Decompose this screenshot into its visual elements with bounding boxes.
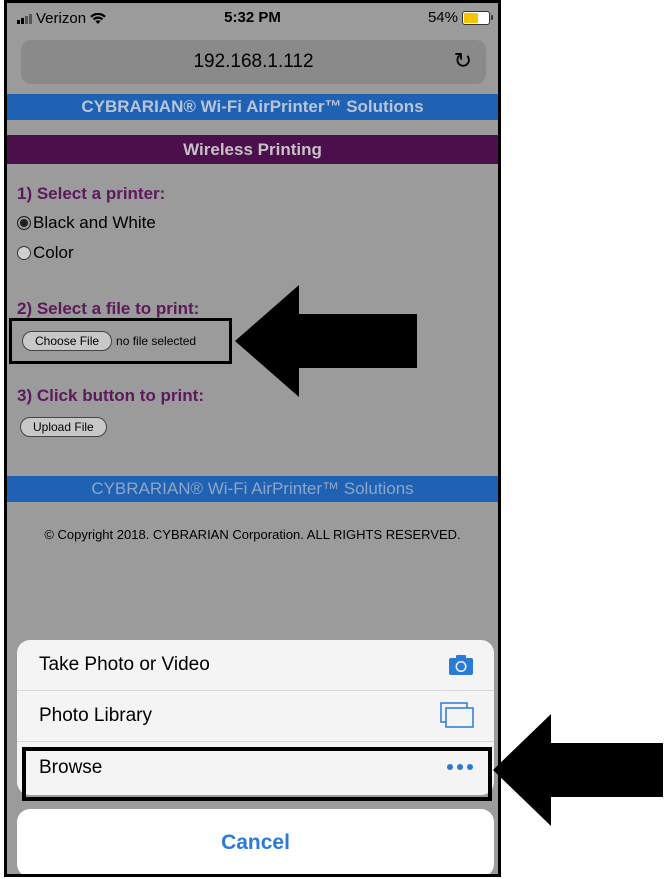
battery-icon [462, 10, 493, 25]
file-input-highlight: Choose File no file selected [9, 318, 232, 364]
sheet-item-label: Photo Library [39, 705, 153, 726]
footer-banner: CYBRARIAN® Wi-Fi AirPrinter™ Solutions [7, 476, 498, 502]
choose-file-button[interactable]: Choose File [22, 331, 113, 351]
photo-library-icon [440, 702, 474, 728]
clock: 5:32 PM [224, 9, 281, 26]
phone-screen: Verizon 5:32 PM 54% 192.168.1.112 ↻ CYBR… [4, 0, 501, 877]
browse-highlight-box [22, 747, 492, 801]
sheet-item-take-photo[interactable]: Take Photo or Video [17, 640, 494, 691]
sheet-item-photo-library[interactable]: Photo Library [17, 691, 494, 742]
radio-selected-icon[interactable] [17, 216, 31, 230]
section-title: Wireless Printing [7, 135, 498, 164]
radio-black-white[interactable]: Black and White [17, 213, 156, 233]
copyright-text: © Copyright 2018. CYBRARIAN Corporation.… [44, 527, 461, 542]
step3-heading: 3) Click button to print: [17, 386, 204, 405]
step2-heading: 2) Select a file to print: [17, 299, 200, 318]
step1-heading: 1) Select a printer: [17, 184, 166, 203]
url-text: 192.168.1.112 [193, 51, 314, 72]
address-bar[interactable]: 192.168.1.112 ↻ [21, 40, 486, 84]
radio-color[interactable]: Color [17, 243, 74, 263]
battery-percent: 54% [427, 9, 458, 26]
annotation-arrow-left [493, 714, 663, 826]
radio-label: Color [33, 243, 74, 262]
header-banner: CYBRARIAN® Wi-Fi AirPrinter™ Solutions [7, 94, 498, 120]
camera-icon [449, 655, 473, 675]
battery-indicator: 54% [427, 9, 493, 26]
upload-file-button[interactable]: Upload File [20, 417, 107, 437]
annotation-arrow-left [235, 285, 417, 397]
status-bar: Verizon 5:32 PM 54% [7, 3, 498, 31]
cancel-button[interactable]: Cancel [17, 809, 494, 874]
radio-unselected-icon[interactable] [17, 246, 31, 260]
sheet-item-label: Take Photo or Video [39, 654, 210, 675]
file-status: no file selected [116, 334, 197, 348]
reload-icon[interactable]: ↻ [454, 48, 472, 74]
radio-label: Black and White [33, 213, 156, 232]
